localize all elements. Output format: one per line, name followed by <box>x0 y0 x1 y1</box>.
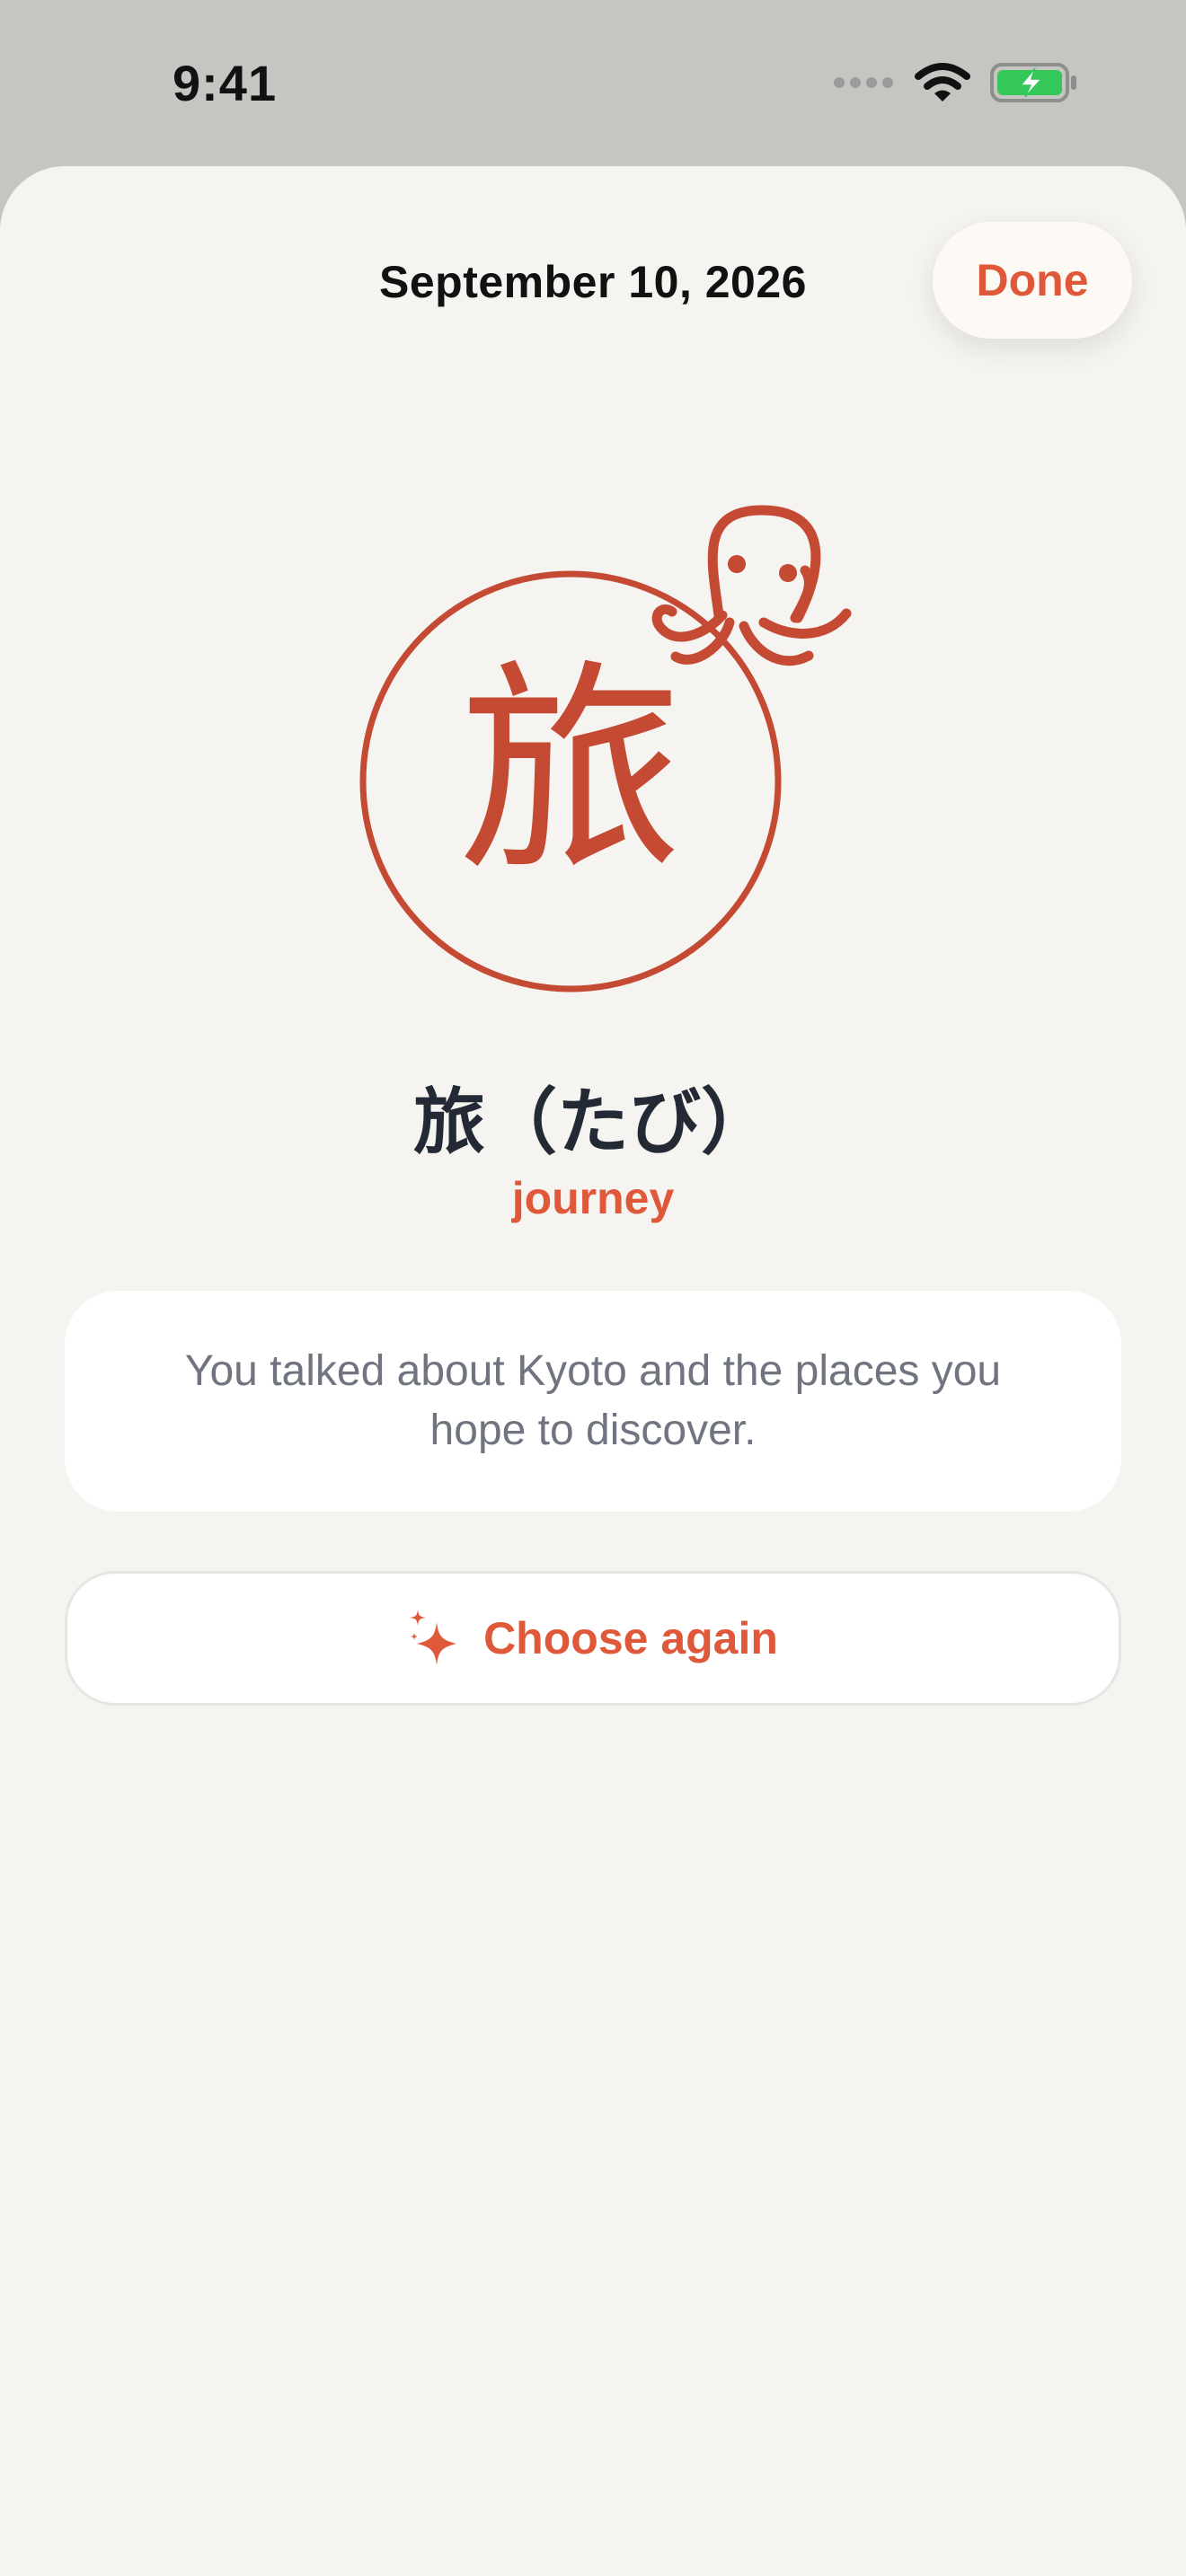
conversation-note-card: You talked about Kyoto and the places yo… <box>65 1291 1121 1512</box>
kanji-stamp-octopus-illustration: 旅 <box>359 505 852 992</box>
octopus-eye-right <box>779 564 797 582</box>
status-bar: 9:41 <box>0 0 1186 166</box>
sparkles-icon <box>410 1610 457 1665</box>
done-button[interactable]: Done <box>933 222 1132 339</box>
octopus-icon <box>651 505 852 666</box>
battery-charging-icon <box>990 63 1076 102</box>
choose-again-button[interactable]: Choose again <box>65 1571 1121 1706</box>
stamp-kanji: 旅 <box>458 640 683 902</box>
conversation-note-text: You talked about Kyoto and the places yo… <box>184 1347 1002 1454</box>
word-meaning: journey <box>511 1173 675 1223</box>
status-icons <box>832 61 1078 104</box>
word-sheet: September 10, 2026 Done 旅 旅（たび） journey … <box>0 166 1186 2576</box>
wifi-icon <box>915 63 970 101</box>
cellular-signal-icon <box>834 77 893 88</box>
status-time: 9:41 <box>173 55 278 111</box>
word-title: 旅（たび） <box>413 1082 773 1162</box>
octopus-eye-left <box>728 555 746 573</box>
choose-again-label: Choose again <box>483 1613 778 1663</box>
